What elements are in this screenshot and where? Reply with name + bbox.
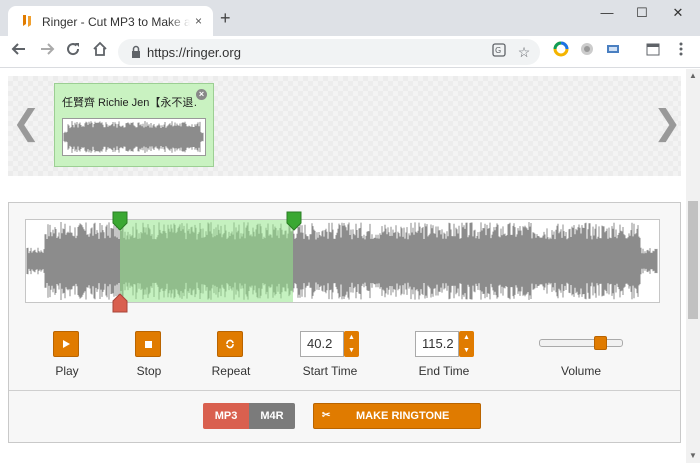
repeat-button[interactable]	[217, 331, 243, 357]
ringer-favicon-icon	[23, 15, 31, 27]
forward-icon[interactable]	[37, 41, 57, 61]
end-time-up-icon[interactable]: ▲	[459, 331, 474, 344]
extension-colorwheel-icon[interactable]	[551, 41, 571, 61]
make-ringtone-button[interactable]: ✂ MAKE RINGTONE	[313, 403, 481, 429]
translate-icon[interactable]: G	[489, 42, 509, 62]
url-text: https://ringer.org	[147, 45, 241, 60]
tab-close-icon[interactable]: ×	[195, 14, 202, 28]
end-time-label: End Time	[418, 364, 470, 378]
extension-calendar-icon[interactable]	[643, 41, 663, 61]
browser-tabstrip: Ringer - Cut MP3 to Make a Free Ringtone…	[0, 0, 700, 36]
volume-slider-handle[interactable]	[594, 336, 608, 350]
format-m4r-button[interactable]: M4R	[249, 403, 295, 429]
browser-tab[interactable]: Ringer - Cut MP3 to Make a Free Ringtone…	[8, 6, 213, 36]
maximize-icon[interactable]: ☐	[630, 4, 654, 22]
address-bar[interactable]: https://ringer.org G ☆	[118, 39, 540, 65]
clip-title: 任賢齊 Richie Jen【永不退…	[62, 97, 198, 109]
scissors-icon: ✂	[322, 410, 331, 421]
editor-divider	[9, 390, 680, 391]
end-time-down-icon[interactable]: ▼	[459, 344, 474, 357]
format-mp3-button[interactable]: MP3	[203, 403, 249, 429]
start-marker-handle[interactable]	[112, 211, 128, 231]
start-time-input[interactable]: 40.2	[300, 331, 344, 357]
stop-icon	[144, 341, 152, 348]
lock-icon	[132, 45, 140, 58]
volume-slider[interactable]	[539, 339, 623, 347]
volume-label: Volume	[560, 364, 602, 378]
scrollbar-thumb[interactable]	[688, 201, 698, 319]
carousel-next-icon[interactable]: ❯	[653, 106, 682, 140]
chrome-menu-icon[interactable]	[671, 41, 691, 61]
carousel-prev-icon[interactable]: ❮	[12, 106, 41, 140]
start-time-down-icon[interactable]: ▼	[344, 344, 359, 357]
clip-waveform	[62, 118, 206, 156]
tab-title: Ringer - Cut MP3 to Make a Free Ringtone	[42, 15, 190, 29]
play-icon	[63, 340, 70, 348]
stop-label: Stop	[136, 364, 162, 378]
home-icon[interactable]	[90, 41, 110, 61]
start-time-stepper[interactable]: ▲ ▼	[344, 331, 359, 357]
page-scrollbar[interactable]: ▲ ▼	[686, 69, 700, 463]
stop-button[interactable]	[135, 331, 161, 357]
extension-gray-icon[interactable]	[577, 41, 597, 61]
back-icon[interactable]	[9, 41, 29, 61]
play-label: Play	[55, 364, 79, 378]
play-button[interactable]	[53, 331, 79, 357]
minimize-icon[interactable]: —	[595, 4, 619, 22]
selection-region[interactable]	[120, 220, 293, 302]
bookmark-star-icon[interactable]: ☆	[514, 42, 534, 62]
end-time-input[interactable]: 115.2	[415, 331, 459, 357]
window-close-icon[interactable]: ✕	[666, 4, 690, 22]
svg-text:G: G	[495, 46, 501, 55]
clip-close-icon[interactable]: ×	[196, 89, 207, 100]
end-marker-handle[interactable]	[286, 211, 302, 231]
extension-screen-icon[interactable]	[603, 41, 623, 61]
repeat-label: Repeat	[211, 364, 251, 378]
scroll-up-icon[interactable]: ▲	[689, 72, 697, 80]
start-time-label: Start Time	[302, 364, 358, 378]
start-time-up-icon[interactable]: ▲	[344, 331, 359, 344]
new-tab-icon[interactable]: +	[220, 9, 231, 27]
repeat-icon	[226, 339, 234, 349]
make-ringtone-label: MAKE RINGTONE	[356, 410, 450, 422]
reload-icon[interactable]	[63, 41, 83, 61]
clip-card[interactable]: 任賢齊 Richie Jen【永不退… ×	[54, 83, 214, 167]
playhead-marker[interactable]	[112, 293, 128, 313]
browser-toolbar: https://ringer.org G ☆	[0, 36, 700, 68]
scroll-down-icon[interactable]: ▼	[689, 452, 697, 460]
end-time-stepper[interactable]: ▲ ▼	[459, 331, 474, 357]
